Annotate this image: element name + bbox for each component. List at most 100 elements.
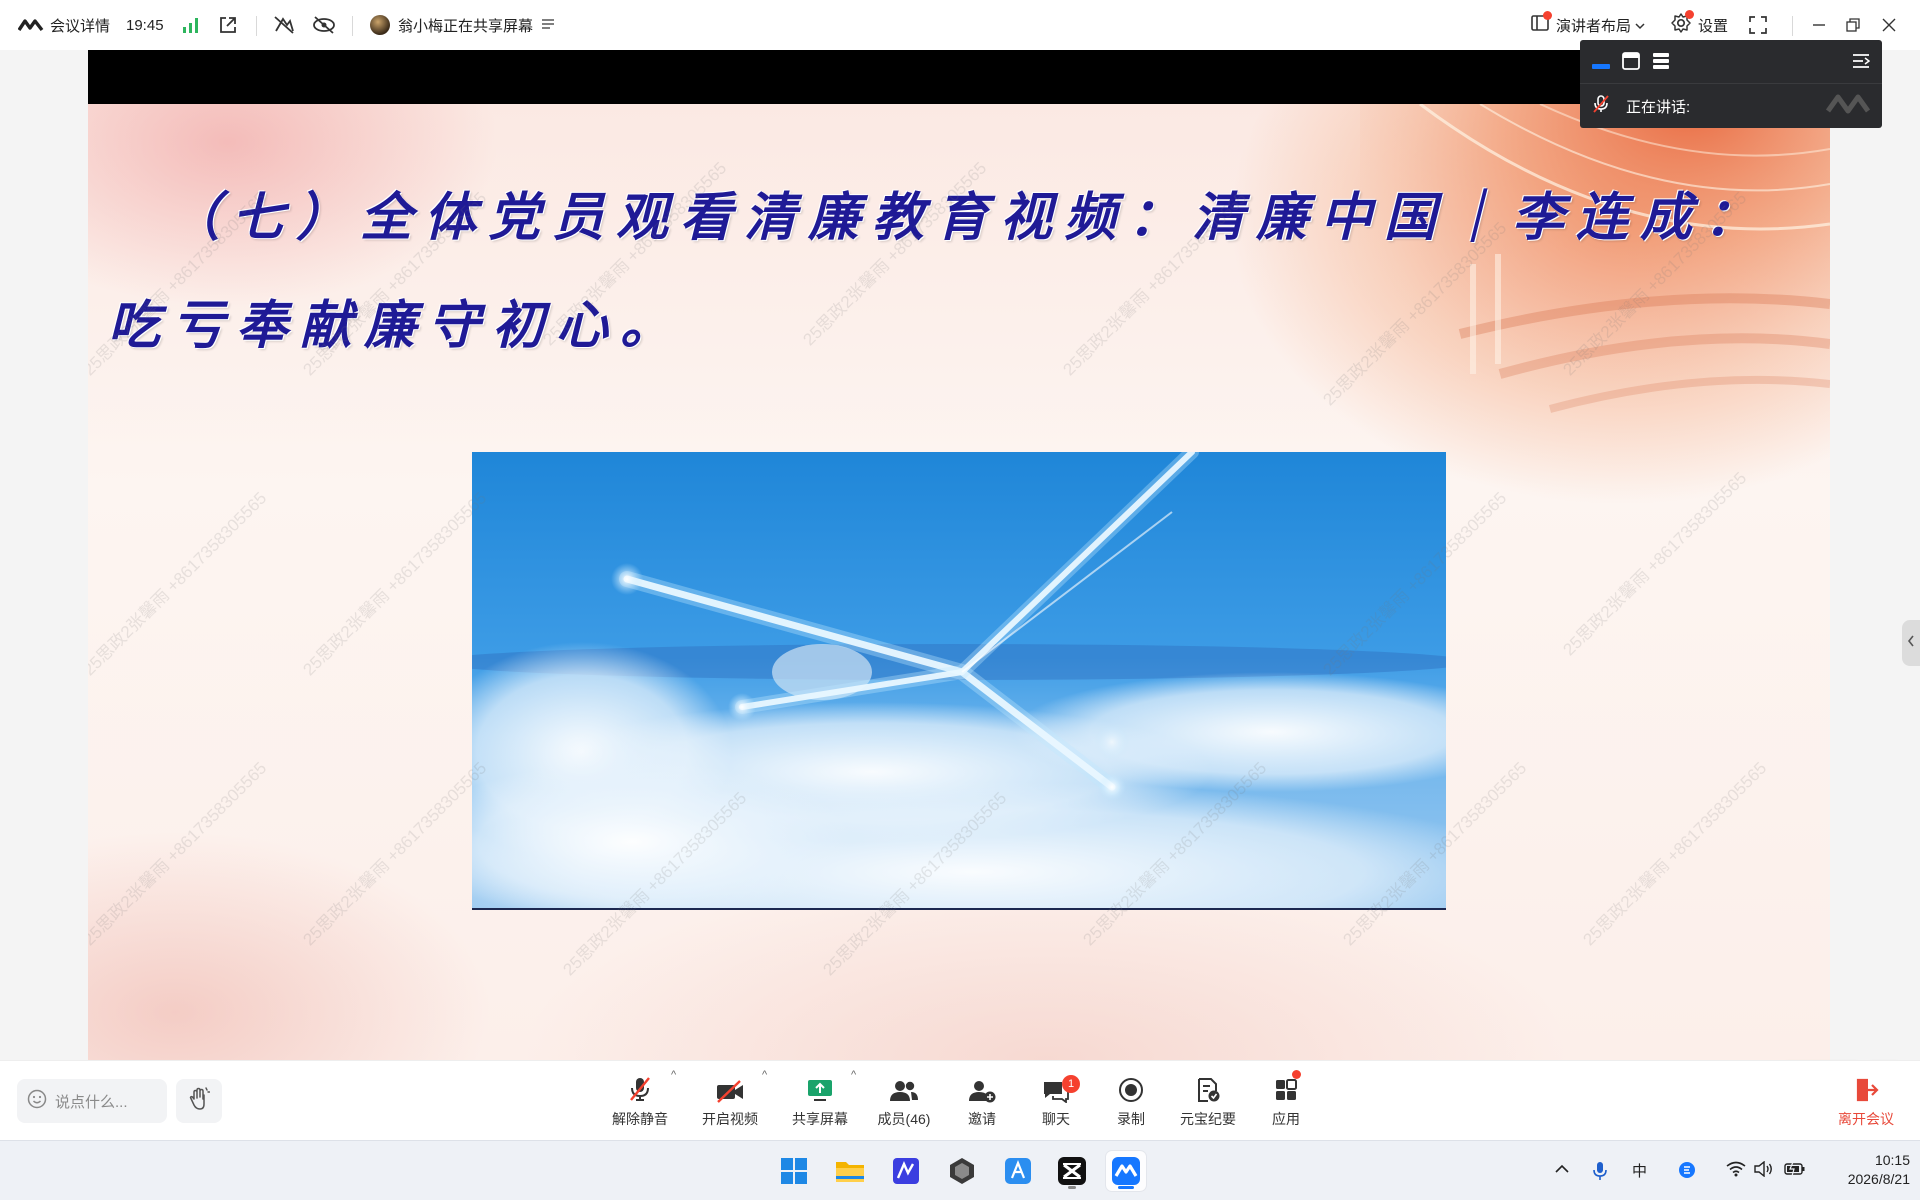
leave-meeting-label: 离开会议 <box>1838 1111 1894 1127</box>
notification-dot <box>1685 10 1694 19</box>
meeting-toolbar: 说点什么... 解除静音 ^ 开启视频 ^ 共享屏幕 ^ 成员(46) 邀请 聊… <box>0 1060 1920 1140</box>
chat-placeholder: 说点什么... <box>55 1093 128 1111</box>
meeting-stage: （七）全体党员观看清廉教育视频：清廉中国｜李连成：吃亏奉献廉守初心。 <box>0 50 1920 1098</box>
quick-chat-input[interactable]: 说点什么... <box>17 1079 167 1123</box>
apps-label: 应用 <box>1272 1111 1300 1127</box>
clock-date: 2026/8/21 <box>1847 1171 1910 1187</box>
clock-time: 10:15 <box>1874 1152 1910 1168</box>
members-icon <box>889 1071 919 1103</box>
sky-video-frame <box>472 452 1446 908</box>
exit-icon <box>1853 1071 1879 1103</box>
apps-button[interactable]: 应用 <box>1246 1070 1326 1135</box>
tencent-meeting-logo-icon <box>18 18 44 32</box>
close-icon[interactable] <box>1882 0 1896 50</box>
system-clock[interactable]: 10:15 2026/8/21 <box>1820 1151 1910 1189</box>
speaker-panel-header <box>1580 40 1882 84</box>
apps-icon <box>1273 1070 1301 1103</box>
ai-minutes-label: 元宝纪要 <box>1180 1111 1236 1127</box>
network-signal-icon[interactable] <box>182 0 200 50</box>
hand-icon <box>188 1086 211 1116</box>
panel-menu-icon[interactable] <box>1852 53 1871 74</box>
minimize-panel-icon[interactable] <box>1592 58 1610 76</box>
sharer-avatar <box>370 15 390 35</box>
notification-dot <box>1292 1070 1301 1079</box>
hide-self-view-icon[interactable] <box>312 0 336 50</box>
members-label: 成员(46) <box>877 1111 931 1127</box>
add-user-icon <box>968 1071 996 1103</box>
unmute-label: 解除静音 <box>612 1111 668 1127</box>
meeting-details-button[interactable]: 会议详情 <box>18 0 110 50</box>
record-label: 录制 <box>1117 1111 1145 1127</box>
notification-dot <box>1543 11 1552 20</box>
divider <box>352 16 353 36</box>
meeting-details-label: 会议详情 <box>50 17 111 35</box>
chevron-up-icon[interactable] <box>1554 1161 1570 1182</box>
leave-meeting-button[interactable]: 离开会议 <box>1826 1071 1906 1135</box>
shared-screen-top-bar <box>88 50 1830 104</box>
start-video-label: 开启视频 <box>702 1111 758 1127</box>
feishu-app-icon[interactable] <box>998 1151 1038 1191</box>
camera-off-icon <box>715 1071 745 1103</box>
meeting-timer: 19:45 <box>126 16 164 34</box>
capcut-app-icon[interactable] <box>1052 1151 1092 1191</box>
emoji-icon <box>27 1089 47 1113</box>
share-screen-icon <box>806 1071 834 1103</box>
wifi-icon[interactable] <box>1726 1161 1746 1182</box>
active-indicator <box>1118 1186 1134 1189</box>
share-options-caret[interactable]: ^ <box>851 1069 856 1081</box>
members-button[interactable]: 成员(46) <box>864 1071 944 1135</box>
running-indicator <box>1068 1186 1076 1189</box>
unity-app-icon[interactable] <box>942 1151 982 1191</box>
tencent-meeting-app-icon[interactable] <box>1106 1151 1146 1191</box>
input-method-icon[interactable] <box>1678 1161 1696 1184</box>
chevron-down-icon <box>1635 17 1645 34</box>
mic-muted-icon <box>1592 94 1610 119</box>
ime-indicator[interactable]: 中 <box>1632 1160 1647 1181</box>
battery-icon[interactable] <box>1784 1161 1806 1182</box>
layout-icon <box>1530 11 1552 37</box>
video-options-caret[interactable]: ^ <box>762 1069 767 1081</box>
file-explorer-icon[interactable] <box>830 1151 870 1191</box>
noise-off-icon[interactable] <box>273 0 295 50</box>
speaking-row: 正在讲话: <box>1580 84 1882 128</box>
unmute-button[interactable]: 解除静音 <box>600 1071 680 1135</box>
divider <box>1792 16 1793 36</box>
record-button[interactable]: 录制 <box>1091 1071 1171 1135</box>
start-menu-icon[interactable] <box>774 1151 814 1191</box>
share-screen-label: 共享屏幕 <box>792 1111 848 1127</box>
collapse-sidebar-handle[interactable] <box>1902 620 1920 666</box>
audio-options-caret[interactable]: ^ <box>671 1069 676 1081</box>
embedded-video[interactable] <box>472 452 1446 910</box>
presentation-slide: （七）全体党员观看清廉教育视频：清廉中国｜李连成：吃亏奉献廉守初心。 <box>88 104 1830 1060</box>
volume-icon[interactable] <box>1754 1160 1774 1182</box>
ai-minutes-button[interactable]: 元宝纪要 <box>1168 1071 1248 1135</box>
speaker-panel: 正在讲话: <box>1580 40 1882 128</box>
single-view-icon[interactable] <box>1622 52 1640 75</box>
design-app-icon[interactable] <box>886 1151 926 1191</box>
settings-label: 设置 <box>1698 17 1729 35</box>
slide-title: （七）全体党员观看清廉教育视频：清廉中国｜李连成：吃亏奉献廉守初心。 <box>108 187 1769 356</box>
invite-label: 邀请 <box>968 1111 996 1127</box>
ai-minutes-icon <box>1195 1071 1221 1103</box>
layout-label: 演讲者布局 <box>1556 17 1632 35</box>
microphone-icon[interactable] <box>1592 1161 1608 1186</box>
os-taskbar: 中 10:15 2026/8/21 <box>0 1140 1920 1200</box>
divider <box>256 16 257 36</box>
invite-button[interactable]: 邀请 <box>942 1071 1022 1135</box>
chat-label: 聊天 <box>1042 1111 1070 1127</box>
waveform-icon <box>1824 93 1872 120</box>
start-video-button[interactable]: 开启视频 <box>690 1071 770 1135</box>
sharing-status[interactable]: 翁小梅正在共享屏幕 <box>370 0 555 50</box>
raise-hand-button[interactable] <box>176 1079 222 1123</box>
sharing-status-label: 翁小梅正在共享屏幕 <box>398 17 534 35</box>
shared-screen: （七）全体党员观看清廉教育视频：清廉中国｜李连成：吃亏奉献廉守初心。 <box>88 50 1830 1060</box>
chevron-left-icon <box>1907 634 1915 652</box>
popout-icon[interactable] <box>218 0 238 50</box>
chat-button[interactable]: 聊天 <box>1016 1071 1096 1135</box>
list-icon <box>541 17 555 34</box>
speaking-label: 正在讲话: <box>1626 98 1691 116</box>
gear-icon <box>1670 10 1694 38</box>
share-screen-button[interactable]: 共享屏幕 <box>780 1071 860 1135</box>
record-icon <box>1118 1071 1144 1103</box>
list-view-icon[interactable] <box>1652 52 1670 75</box>
